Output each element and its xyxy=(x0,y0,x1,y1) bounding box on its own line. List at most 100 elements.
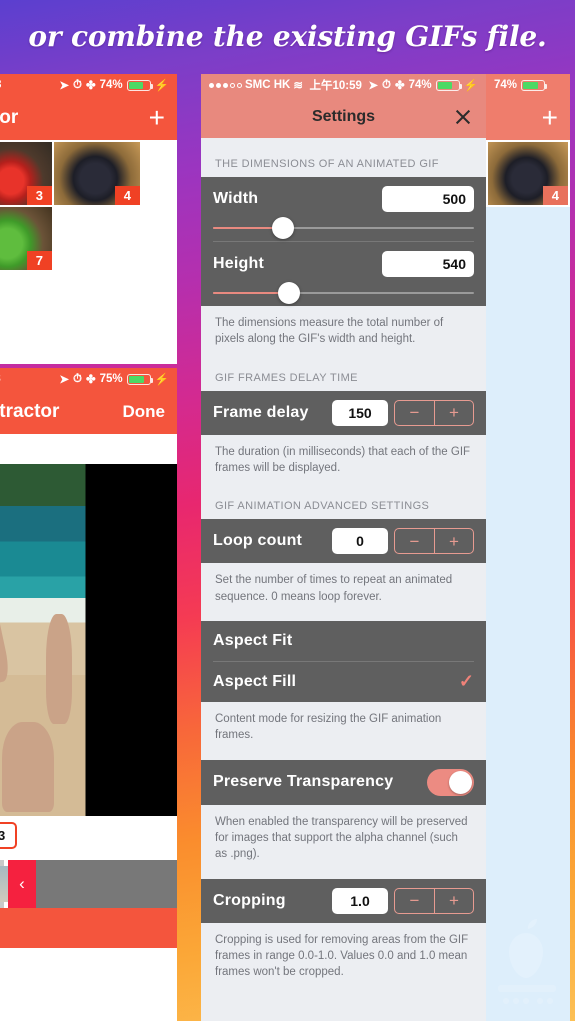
preserve-transparency-toggle[interactable] xyxy=(427,768,474,796)
height-label: Height xyxy=(213,255,264,272)
cropping-plus-button[interactable]: + xyxy=(434,888,473,913)
loop-count-plus-button[interactable]: + xyxy=(434,529,473,554)
status-bar-indicators: ➤ ⏱ ✤ 74% ⚡ xyxy=(59,78,169,93)
location-arrow-icon: ➤ xyxy=(59,80,70,92)
lightning-bolt-icon: ⚡ xyxy=(154,374,169,386)
frame-delay-plus-button[interactable]: + xyxy=(434,400,473,425)
loop-count-stepper[interactable]: − + xyxy=(394,528,474,555)
cropping-label: Cropping xyxy=(213,891,286,909)
cropping-stepper[interactable]: − + xyxy=(394,887,474,914)
width-slider-knob[interactable] xyxy=(272,217,295,239)
editor-empty-area xyxy=(486,207,570,1021)
status-bar: 74% xyxy=(486,74,570,96)
loop-count-input[interactable]: 0 xyxy=(332,528,388,555)
alarm-clock-icon: ⏱ xyxy=(73,78,82,91)
filmstrip[interactable]: ‹ xyxy=(0,860,177,908)
frame-delay-group: Frame delay 150 − + xyxy=(201,390,486,435)
prev-frame-button[interactable]: ‹ xyxy=(8,860,36,908)
chevron-left-icon: ‹ xyxy=(19,874,25,893)
battery-percent-label: 74% xyxy=(99,79,123,91)
add-button[interactable]: + xyxy=(149,104,165,132)
footnote-frame-delay: The duration (in milliseconds) that each… xyxy=(201,434,486,481)
editor-title: ditor xyxy=(0,107,19,128)
width-input[interactable]: 500 xyxy=(382,186,474,212)
frame-delay-minus-button[interactable]: − xyxy=(395,401,434,425)
editor-nav-bar: + xyxy=(486,96,570,140)
cropping-group: Cropping 1.0 − + xyxy=(201,878,486,923)
alarm-clock-icon: ⏱ xyxy=(73,372,82,385)
carrier-label: SMC HK xyxy=(245,79,291,91)
settings-nav-bar: Settings xyxy=(201,96,486,138)
preserve-transparency-label: Preserve Transparency xyxy=(213,773,394,791)
bluetooth-icon: ✤ xyxy=(395,80,405,92)
add-button[interactable]: + xyxy=(542,104,558,132)
row-preserve-transparency[interactable]: Preserve Transparency xyxy=(201,760,486,805)
frame-delay-label: Frame delay xyxy=(213,403,309,421)
filmstrip-dimmed-region xyxy=(36,860,177,908)
thumbnail-cell[interactable]: 7 xyxy=(0,207,52,270)
settings-title: Settings xyxy=(311,108,376,125)
footnote-dimensions: The dimensions measure the total number … xyxy=(201,306,486,352)
status-bar: 10:58 ➤ ⏱ ✤ 74% ⚡ xyxy=(0,74,177,96)
battery-percent-label: 74% xyxy=(408,79,432,91)
footnote-loop-count: Set the number of times to repeat an ani… xyxy=(201,563,486,609)
height-slider-knob[interactable] xyxy=(277,282,300,304)
row-width[interactable]: Width 500 xyxy=(201,177,486,221)
section-header-advanced: GIF ANIMATION ADVANCED SETTINGS xyxy=(201,480,486,520)
done-button[interactable]: Done xyxy=(123,402,166,422)
dimensions-group: Width 500 Height 540 xyxy=(201,177,486,306)
width-slider-track[interactable] xyxy=(213,217,474,239)
thumbnail-cell[interactable]: 3 xyxy=(0,142,52,205)
status-bar-indicators: 74% xyxy=(494,79,548,91)
thumbnail-cell[interactable]: 4 xyxy=(488,142,568,205)
aspect-fit-label: Aspect Fit xyxy=(213,631,293,649)
height-input[interactable]: 540 xyxy=(382,251,474,277)
footnote-aspect-mode: Content mode for resizing the GIF animat… xyxy=(201,701,486,748)
battery-icon xyxy=(126,79,153,91)
editor-nav-bar: ditor + xyxy=(0,96,177,140)
beach-figure xyxy=(2,722,54,812)
aspect-mode-group: Aspect Fit Aspect Fill ✓ xyxy=(201,620,486,702)
wifi-icon: ≋ xyxy=(293,80,304,92)
close-icon[interactable] xyxy=(454,108,472,126)
cropping-input[interactable]: 1.0 xyxy=(332,887,388,914)
video-preview[interactable] xyxy=(0,464,177,816)
extractor-title: Extractor xyxy=(0,401,60,422)
height-slider[interactable] xyxy=(201,282,486,306)
thumbnail-badge: 7 xyxy=(26,251,52,270)
location-arrow-icon: ➤ xyxy=(59,374,70,386)
width-slider[interactable] xyxy=(201,217,486,241)
row-loop-count[interactable]: Loop count 0 − + xyxy=(201,519,486,563)
thumbnail-badge: 4 xyxy=(114,186,140,205)
location-arrow-icon: ➤ xyxy=(368,80,379,92)
frame-delay-input[interactable]: 150 xyxy=(332,399,388,426)
loop-count-minus-button[interactable]: − xyxy=(395,529,434,553)
bluetooth-icon: ✤ xyxy=(86,80,96,92)
frame-delay-stepper[interactable]: − + xyxy=(394,399,474,426)
beach-figure xyxy=(0,583,12,687)
settings-panel: SMC HK ≋ 上午10:59 ➤ ⏱ ✤ 74% ⚡ Settings TH… xyxy=(201,74,486,1021)
preserve-transparency-group: Preserve Transparency xyxy=(201,759,486,805)
right-phone-dimmed-editor: 74% + 4 xyxy=(486,74,570,1021)
row-aspect-fit[interactable]: Aspect Fit xyxy=(201,621,486,661)
section-header-dimensions: THE DIMENSIONS OF AN ANIMATED GIF xyxy=(201,138,486,177)
cropping-minus-button[interactable]: − xyxy=(395,889,434,913)
alarm-clock-icon: ⏱ xyxy=(382,78,391,91)
thumbnail-cell[interactable]: 4 xyxy=(54,142,140,205)
status-bar-time: 10:58 xyxy=(0,79,1,91)
aspect-fill-label: Aspect Fill xyxy=(213,672,297,690)
row-cropping[interactable]: Cropping 1.0 − + xyxy=(201,879,486,923)
battery-percent-label: 75% xyxy=(99,373,123,385)
thumbnail-grid: 4 xyxy=(486,140,570,207)
status-bar-time: 上午10:59 xyxy=(309,80,362,92)
row-height[interactable]: Height 540 xyxy=(201,242,486,286)
battery-icon xyxy=(521,79,548,91)
height-slider-track[interactable] xyxy=(213,282,474,304)
status-bar-indicators: ➤ ⏱ ✤ 75% ⚡ xyxy=(59,372,169,387)
status-bar: 11:03 ➤ ⏱ ✤ 75% ⚡ xyxy=(0,368,177,390)
row-frame-delay[interactable]: Frame delay 150 − + xyxy=(201,391,486,435)
filmstrip-frame[interactable] xyxy=(0,860,8,908)
playback-bar[interactable]: ▶ xyxy=(0,908,177,948)
row-aspect-fill[interactable]: Aspect Fill ✓ xyxy=(201,662,486,702)
signal-dots-icon xyxy=(209,82,242,88)
